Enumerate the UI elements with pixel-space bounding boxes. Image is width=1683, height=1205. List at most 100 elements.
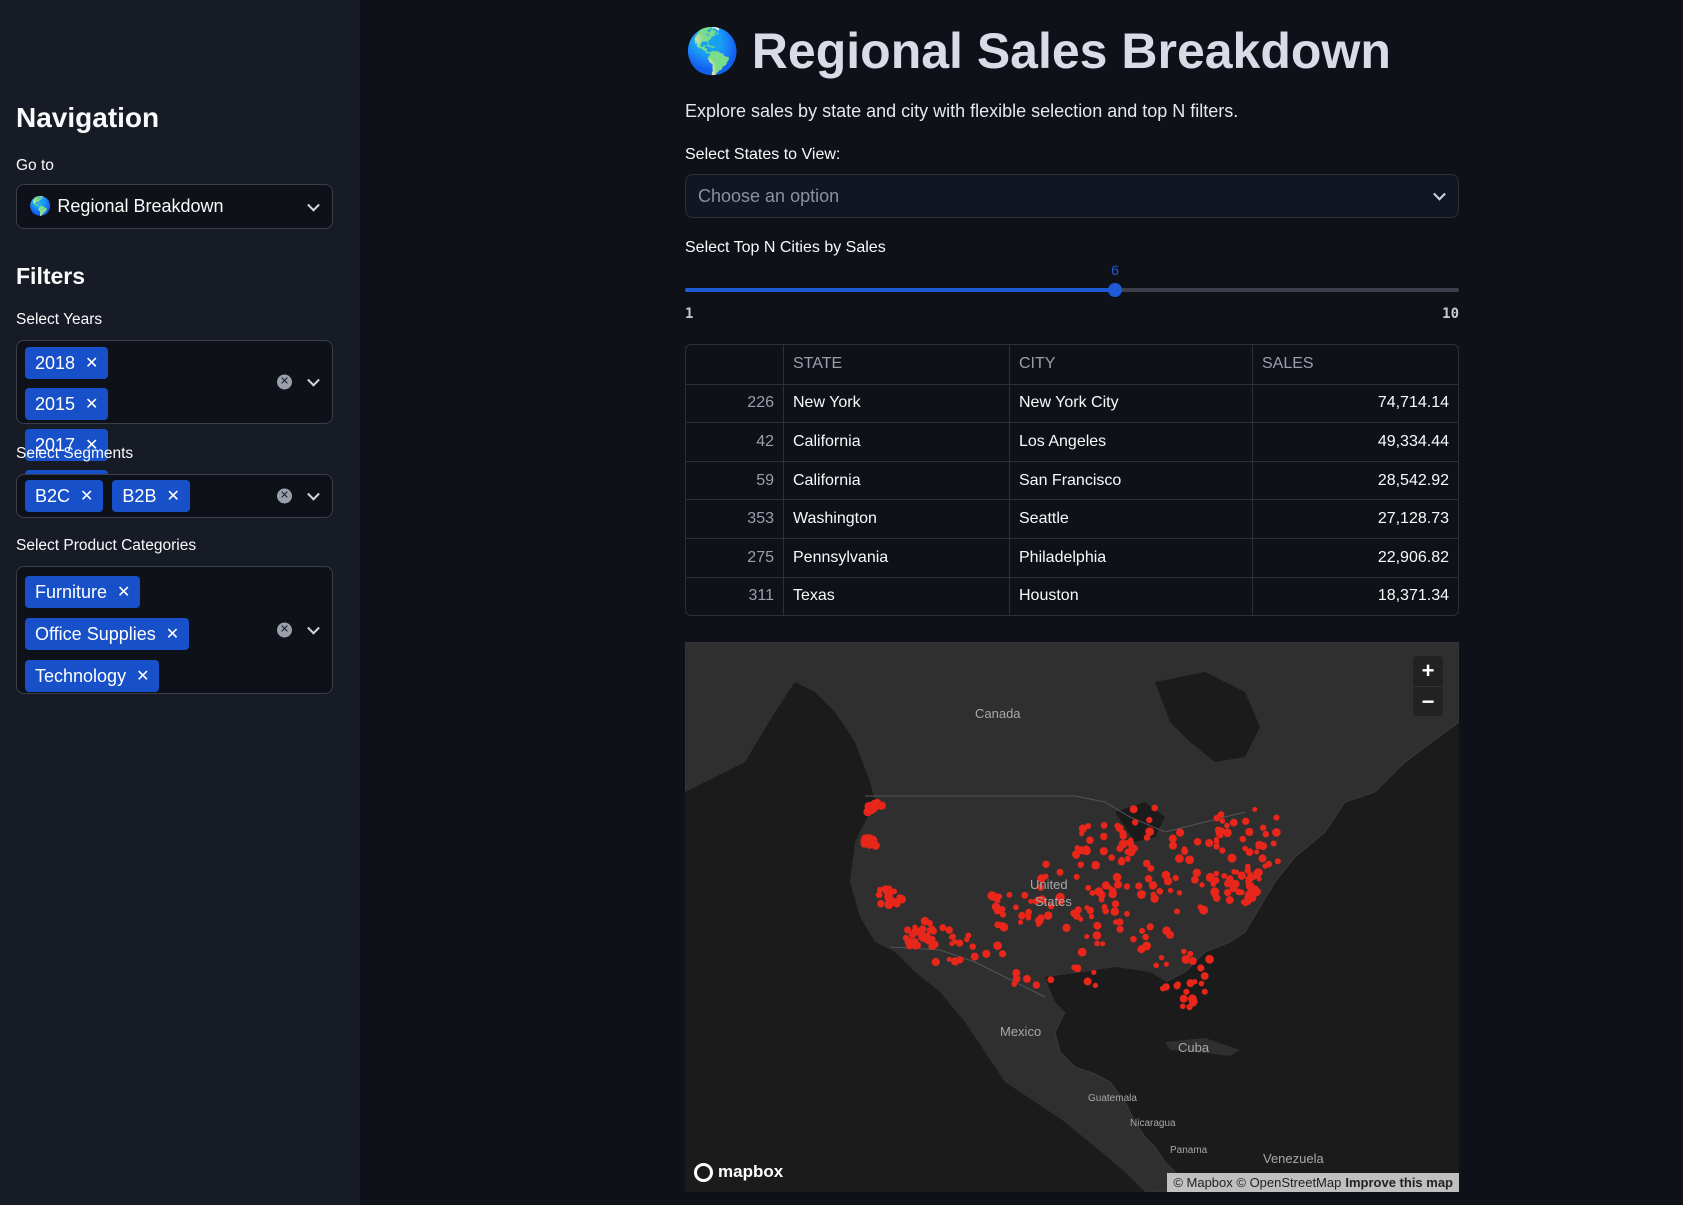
city-point[interactable] [1044,911,1053,920]
city-point[interactable] [1099,847,1108,856]
city-point[interactable] [1073,912,1081,920]
city-point[interactable] [999,906,1006,913]
city-point[interactable] [1274,858,1281,865]
remove-chip-icon[interactable]: ✕ [166,624,179,644]
city-point[interactable] [1100,822,1108,829]
clear-all-icon[interactable]: ✕ [277,622,292,638]
city-point[interactable] [1229,818,1238,827]
city-point[interactable] [1094,887,1104,896]
city-point[interactable] [1101,904,1108,910]
city-point[interactable] [1021,891,1029,899]
city-point[interactable] [1254,849,1260,855]
page-select[interactable]: 🌎 Regional Breakdown [16,184,333,229]
city-point[interactable] [1124,910,1130,917]
city-point[interactable] [999,922,1009,932]
city-point[interactable] [1062,923,1071,932]
city-point[interactable] [969,943,976,950]
remove-chip-icon[interactable]: ✕ [166,486,179,506]
city-point[interactable] [1162,983,1170,991]
city-point[interactable] [982,949,991,958]
city-point[interactable] [1173,982,1181,990]
city-point[interactable] [1088,913,1095,920]
city-point[interactable] [1153,962,1159,969]
city-point[interactable] [1161,870,1171,880]
city-point[interactable] [1231,869,1237,875]
city-point[interactable] [1145,827,1155,836]
city-point[interactable] [1156,888,1164,895]
city-point[interactable] [1199,905,1209,915]
city-point[interactable] [1091,860,1100,870]
improve-map-link[interactable]: Improve this map [1345,1175,1453,1190]
city-point[interactable] [1219,847,1226,854]
city-point[interactable] [1175,854,1184,863]
city-point[interactable] [1255,844,1261,850]
city-point[interactable] [1130,935,1137,943]
city-point[interactable] [1023,974,1031,983]
city-point[interactable] [993,941,1002,950]
city-point[interactable] [1113,919,1119,925]
city-point[interactable] [1140,890,1147,897]
city-point[interactable] [1112,872,1122,882]
city-point[interactable] [1126,847,1136,857]
city-point[interactable] [1077,846,1086,855]
city-point[interactable] [1181,948,1187,955]
city-point[interactable] [946,956,952,962]
city-point[interactable] [1199,882,1205,888]
city-point[interactable] [1100,832,1108,841]
city-point[interactable] [945,926,953,934]
city-point[interactable] [931,957,940,967]
remove-chip-icon[interactable]: ✕ [85,394,98,414]
city-point[interactable] [898,894,904,900]
city-point[interactable] [1265,860,1273,868]
city-point[interactable] [1111,900,1120,908]
city-point[interactable] [1151,804,1159,812]
column-header[interactable]: STATE [783,345,1009,384]
city-point[interactable] [1085,884,1092,891]
city-point[interactable] [1018,911,1026,920]
city-point[interactable] [1244,867,1251,874]
city-point[interactable] [1272,828,1281,837]
city-point[interactable] [1189,998,1197,1006]
city-point[interactable] [1172,874,1179,882]
city-point[interactable] [1131,819,1139,826]
city-point[interactable] [991,902,1000,911]
city-point[interactable] [1273,814,1280,821]
segments-multiselect[interactable]: B2C ✕ B2B ✕ ✕ [16,474,333,518]
city-point[interactable] [1252,887,1261,897]
city-point[interactable] [864,834,873,843]
chevron-down-icon[interactable] [307,373,320,387]
city-point[interactable] [1217,811,1225,818]
remove-chip-icon[interactable]: ✕ [117,582,130,602]
city-point[interactable] [1094,940,1100,947]
city-point[interactable] [1148,881,1158,890]
city-point[interactable] [1079,831,1085,837]
chevron-down-icon[interactable] [307,621,320,635]
zoom-out-button[interactable]: − [1413,686,1443,716]
city-point[interactable] [1110,907,1120,916]
city-point[interactable] [1245,878,1252,885]
city-point[interactable] [1036,921,1041,927]
column-header[interactable]: CITY [1009,345,1252,384]
city-point[interactable] [1239,835,1247,843]
city-point[interactable] [912,944,918,950]
city-point[interactable] [970,952,979,961]
city-point[interactable] [952,938,958,945]
city-point[interactable] [965,932,972,939]
city-point[interactable] [1028,898,1034,904]
city-point[interactable] [1098,896,1105,903]
city-point[interactable] [1176,890,1183,896]
city-point[interactable] [1073,873,1080,880]
city-point[interactable] [1135,882,1143,890]
city-point[interactable] [1089,890,1096,896]
slider-thumb[interactable] [1108,283,1122,297]
city-point[interactable] [1205,839,1214,847]
states-multiselect[interactable]: Choose an option [685,174,1459,218]
city-point[interactable] [1205,954,1214,964]
city-point[interactable] [999,911,1007,918]
city-point[interactable] [1084,905,1090,911]
attribution-text[interactable]: © Mapbox © OpenStreetMap [1173,1175,1341,1190]
city-point[interactable] [1176,828,1185,837]
sales-map[interactable]: Canada United States Mexico Cuba Guatema… [685,642,1459,1192]
city-point[interactable] [1221,873,1228,879]
city-point[interactable] [902,934,909,941]
